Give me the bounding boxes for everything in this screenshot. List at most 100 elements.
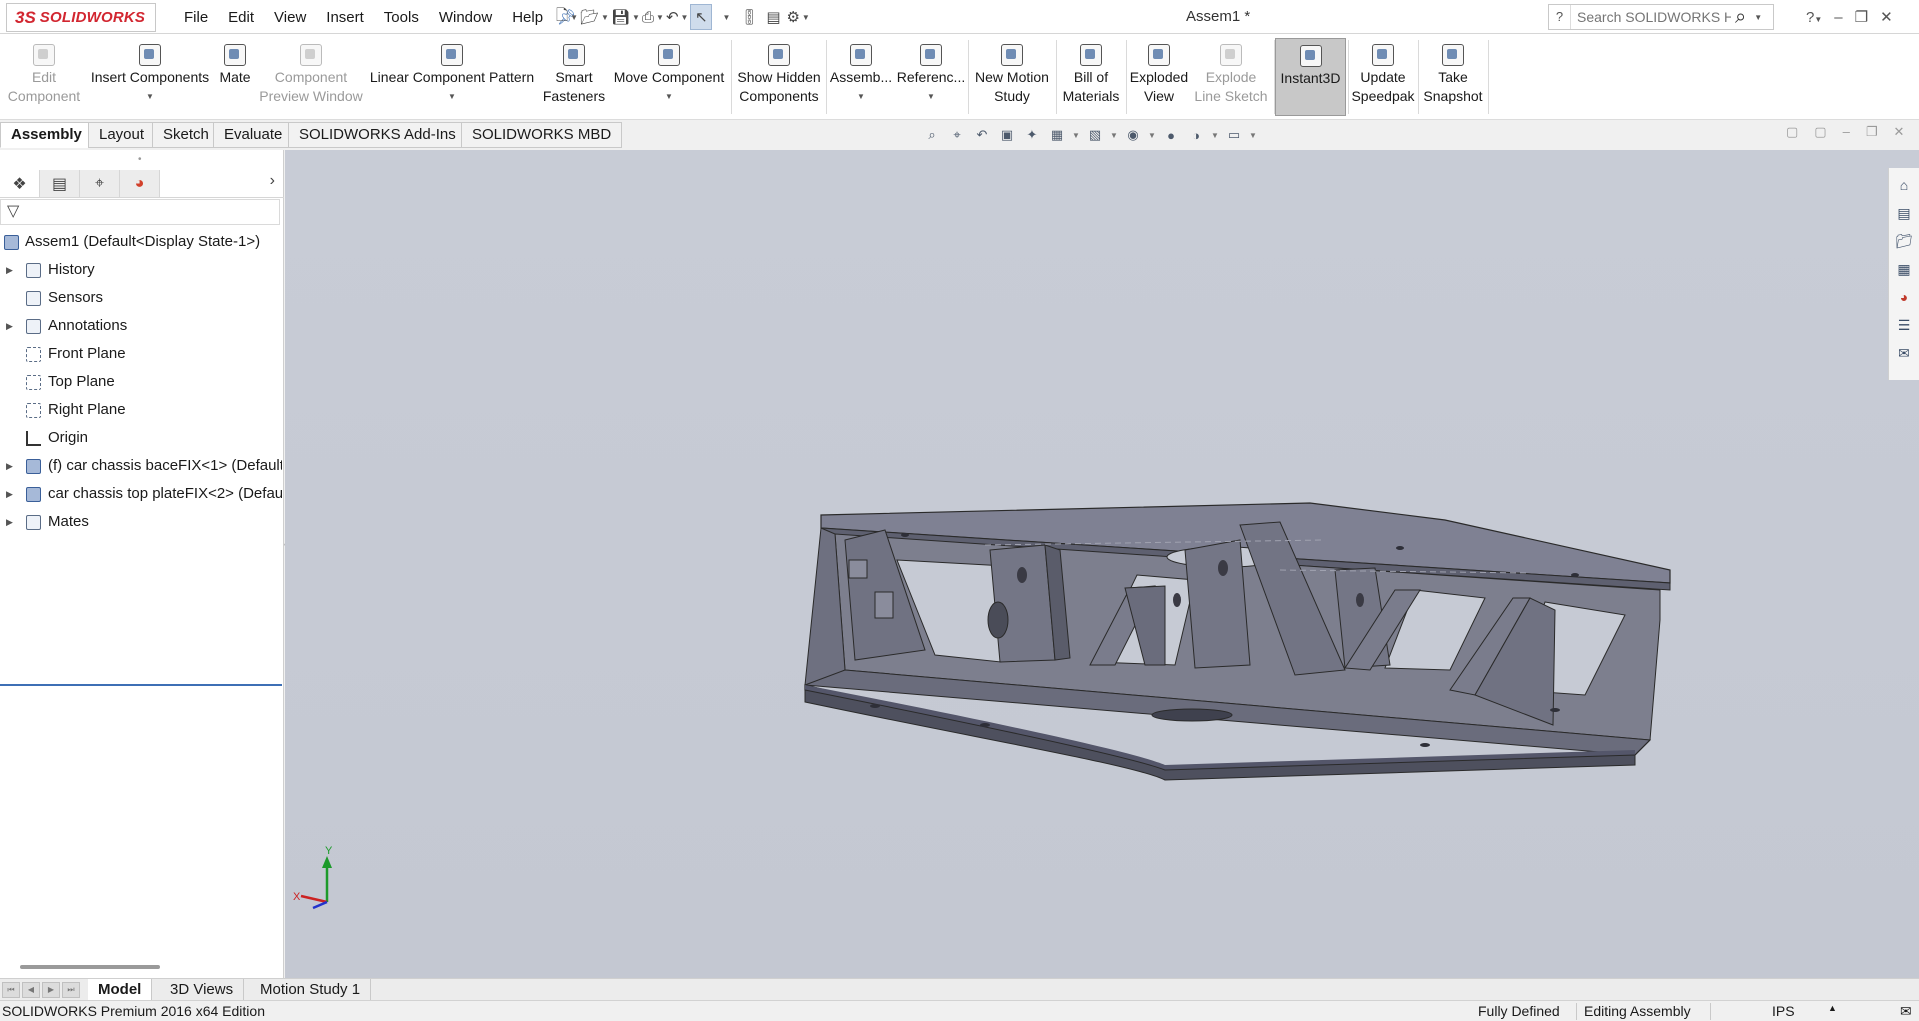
move-component-button[interactable]: Move Component ▼ xyxy=(610,38,728,116)
show-hidden-components-button[interactable]: Show Hidden Components xyxy=(734,38,824,116)
select-dropdown-icon[interactable]: ▼ xyxy=(714,4,736,30)
expand-arrow-icon[interactable]: ▶ xyxy=(6,256,13,284)
take-snapshot-button[interactable]: Take Snapshot xyxy=(1420,38,1486,116)
smart-fasteners-button[interactable]: Smart Fasteners xyxy=(538,38,610,116)
chevron-down-icon[interactable]: ▼ xyxy=(448,87,456,106)
file-properties-icon[interactable]: ▤ xyxy=(762,4,784,30)
file-explorer-icon[interactable]: 📁︎ xyxy=(1893,230,1915,252)
expand-arrow-icon[interactable]: ▶ xyxy=(6,312,13,340)
menu-tools[interactable]: Tools xyxy=(374,9,429,26)
last-tab-icon[interactable]: ⏭ xyxy=(62,982,80,998)
chevron-down-icon[interactable]: ▼ xyxy=(1211,125,1219,145)
hide-show-items-icon[interactable]: ◉ xyxy=(1123,125,1143,145)
viewport-minimize-icon[interactable]: – xyxy=(1843,124,1850,140)
reference-geometry-button[interactable]: Referenc... ▼ xyxy=(896,38,966,116)
help-icon[interactable]: ?▼ xyxy=(1806,9,1822,26)
tab-motion-study-1[interactable]: Motion Study 1 xyxy=(250,979,372,1001)
dynamic-annotation-icon[interactable]: ✦ xyxy=(1022,125,1042,145)
chevron-down-icon[interactable]: ▼ xyxy=(665,87,673,106)
explode-line-sketch-button[interactable]: Explode Line Sketch xyxy=(1190,38,1272,116)
tree-item-front-plane[interactable]: Front Plane xyxy=(0,340,282,368)
featuremanager-tree-tab-icon[interactable]: ❖ xyxy=(0,170,40,197)
previous-tab-icon[interactable]: ◀ xyxy=(22,982,40,998)
car-chassis-model[interactable] xyxy=(804,502,1671,781)
tree-item-chassis-top-plate[interactable]: ▶ car chassis top plateFIX<2> (Default xyxy=(0,480,282,508)
mate-button[interactable]: Mate xyxy=(212,38,258,116)
display-style-icon[interactable]: ▧ xyxy=(1085,125,1105,145)
chevron-down-icon[interactable]: ▼ xyxy=(1148,125,1156,145)
previous-view-icon[interactable]: ↶ xyxy=(972,125,992,145)
tree-item-sensors[interactable]: Sensors xyxy=(0,284,282,312)
panel-grip-icon[interactable]: • xyxy=(138,154,142,165)
bill-of-materials-button[interactable]: Bill of Materials xyxy=(1058,38,1124,116)
linear-component-pattern-button[interactable]: Linear Component Pattern ▼ xyxy=(368,38,536,116)
component-preview-window-button[interactable]: Component Preview Window xyxy=(258,38,364,116)
expand-arrow-icon[interactable]: ▶ xyxy=(6,480,13,508)
expand-arrow-icon[interactable]: ▶ xyxy=(6,508,13,536)
display-manager-tab-icon[interactable]: ◕ xyxy=(120,170,160,197)
tab-mbd[interactable]: SOLIDWORKS MBD xyxy=(461,122,623,148)
view-orientation-icon[interactable]: ▦ xyxy=(1047,125,1067,145)
tree-item-chassis-base[interactable]: ▶ (f) car chassis baceFIX<1> (Default< xyxy=(0,452,282,480)
horizontal-scrollbar[interactable] xyxy=(20,965,160,969)
update-speedpak-button[interactable]: Update Speedpak xyxy=(1350,38,1416,116)
select-arrow-icon[interactable]: ↖ xyxy=(690,4,713,30)
apply-scene-icon[interactable]: ◑ xyxy=(1186,125,1206,145)
undo-icon[interactable]: ↶ ▼ xyxy=(666,4,689,30)
assembly-features-button[interactable]: Assemb... ▼ xyxy=(828,38,894,116)
new-motion-study-button[interactable]: New Motion Study xyxy=(970,38,1054,116)
tab-assembly[interactable]: Assembly xyxy=(0,122,93,148)
chevron-down-icon[interactable]: ▼ xyxy=(1249,125,1257,145)
forum-icon[interactable]: ✉ xyxy=(1893,342,1915,364)
property-manager-tab-icon[interactable]: ▤ xyxy=(40,170,80,197)
print-icon[interactable]: ⎙ ▼ xyxy=(642,4,664,30)
menu-help[interactable]: Help xyxy=(502,9,553,26)
units-selector[interactable]: IPS xyxy=(1772,1003,1795,1019)
configuration-manager-tab-icon[interactable]: ⌖ xyxy=(80,170,120,197)
tree-item-right-plane[interactable]: Right Plane xyxy=(0,396,282,424)
restore-icon[interactable]: ❐ xyxy=(1855,8,1868,26)
viewport-close-icon[interactable]: ✕ xyxy=(1893,124,1904,140)
search-icon[interactable]: ⌕ xyxy=(1735,6,1746,29)
chevron-right-icon[interactable]: › xyxy=(270,172,275,190)
tree-item-origin[interactable]: Origin xyxy=(0,424,282,452)
graphics-area[interactable]: Y X xyxy=(285,150,1919,978)
design-library-icon[interactable]: ▤ xyxy=(1893,202,1915,224)
view-settings-icon[interactable]: ▭ xyxy=(1224,125,1244,145)
filter-icon[interactable]: ▽ xyxy=(7,203,19,220)
instant3d-button[interactable]: Instant3D xyxy=(1275,38,1346,116)
viewport-restore-icon[interactable]: ❐ xyxy=(1866,124,1878,140)
menu-insert[interactable]: Insert xyxy=(316,9,374,26)
home-icon[interactable]: ⌂ xyxy=(1893,174,1915,196)
tab-layout[interactable]: Layout xyxy=(88,122,156,148)
close-icon[interactable]: ✕ xyxy=(1880,8,1893,26)
chevron-down-icon[interactable]: ▼ xyxy=(1072,125,1080,145)
options-gear-icon[interactable]: ⚙ ▼ xyxy=(786,4,809,30)
next-tab-icon[interactable]: ▶ xyxy=(42,982,60,998)
appearances-icon[interactable]: ◕ xyxy=(1893,286,1915,308)
rollback-bar[interactable] xyxy=(0,684,282,686)
tree-item-annotations[interactable]: ▶ Annotations xyxy=(0,312,282,340)
edit-appearance-icon[interactable]: ● xyxy=(1161,125,1181,145)
open-folder-icon[interactable]: 📂︎ ▼ xyxy=(580,4,609,30)
tab-model[interactable]: Model xyxy=(88,979,153,1001)
tree-item-mates[interactable]: ▶ Mates xyxy=(0,508,282,536)
search-input[interactable] xyxy=(1571,9,1731,25)
expand-arrow-icon[interactable]: ▶ xyxy=(6,452,13,480)
tree-item-assembly-root[interactable]: Assem1 (Default<Display State-1>) xyxy=(0,228,282,256)
tab-addins[interactable]: SOLIDWORKS Add-Ins xyxy=(288,122,467,148)
chevron-down-icon[interactable]: ▼ xyxy=(857,87,865,106)
menu-edit[interactable]: Edit xyxy=(218,9,264,26)
tree-item-top-plane[interactable]: Top Plane xyxy=(0,368,282,396)
feedback-icon[interactable]: ✉ xyxy=(1900,1003,1912,1020)
insert-components-button[interactable]: Insert Components ▼ xyxy=(88,38,212,116)
new-document-icon[interactable]: 🗋 ▼ xyxy=(556,4,578,30)
chevron-up-icon[interactable]: ▲ xyxy=(1828,1003,1837,1013)
tab-3d-views[interactable]: 3D Views xyxy=(160,979,245,1001)
menu-file[interactable]: File xyxy=(174,9,218,26)
chevron-down-icon[interactable]: ▼ xyxy=(1110,125,1118,145)
zoom-to-area-icon[interactable]: ⌖ xyxy=(947,125,967,145)
zoom-to-fit-icon[interactable]: ⌕ xyxy=(922,125,942,145)
chevron-down-icon[interactable]: ▼ xyxy=(927,87,935,106)
tree-filter[interactable]: ▽ xyxy=(0,199,280,225)
